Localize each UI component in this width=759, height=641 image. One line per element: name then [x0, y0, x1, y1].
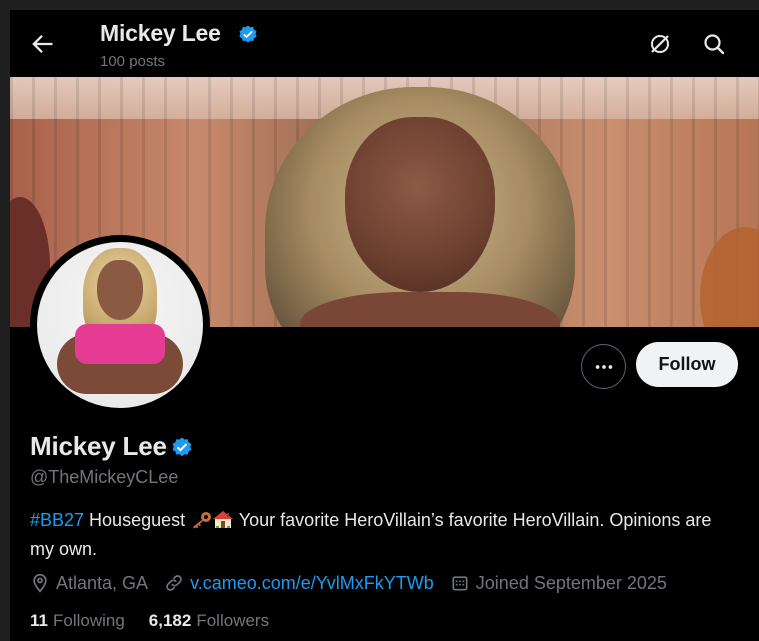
hashtag-link[interactable]: #BB27	[30, 510, 84, 530]
grok-icon[interactable]	[648, 32, 672, 61]
follow-button[interactable]: Follow	[636, 342, 738, 387]
followers-link[interactable]: 6,182 Followers	[149, 611, 269, 631]
profile-name: Mickey Lee	[30, 431, 167, 461]
location-pin-icon	[33, 573, 47, 593]
verified-badge-icon	[237, 24, 259, 51]
bio-text: Houseguest	[84, 510, 191, 530]
profile-handle: @TheMickeyCLee	[30, 467, 179, 487]
profile-meta: Atlanta, GA v.cameo.com/e/YvlMxFkYTWb Jo…	[30, 570, 683, 596]
header-title: Mickey Lee	[100, 20, 221, 46]
post-count: 100 posts	[100, 53, 166, 70]
location: Atlanta, GA	[30, 573, 148, 594]
profile-page: Mickey Lee 100 posts Follow Mickey Lee @…	[10, 10, 759, 641]
verified-badge-icon	[170, 436, 194, 465]
search-icon[interactable]	[702, 32, 726, 61]
following-link[interactable]: 11 Following	[30, 611, 125, 631]
top-bar: Mickey Lee 100 posts	[10, 10, 759, 77]
profile-stats: 11 Following 6,182 Followers	[30, 611, 293, 631]
calendar-icon	[452, 576, 468, 591]
joined-date: Joined September 2025	[450, 573, 667, 594]
arrow-left-icon[interactable]	[28, 30, 56, 58]
website-link[interactable]: v.cameo.com/e/YvlMxFkYTWb	[190, 573, 434, 594]
website[interactable]: v.cameo.com/e/YvlMxFkYTWb	[164, 573, 434, 594]
key-emoji-icon	[190, 510, 212, 536]
link-icon	[166, 575, 182, 591]
more-button[interactable]	[581, 344, 626, 389]
profile-bio: #BB27 Houseguest Your favorite HeroVilla…	[30, 507, 740, 562]
house-emoji-icon	[212, 509, 234, 536]
avatar[interactable]	[37, 242, 203, 408]
more-icon	[595, 364, 612, 369]
